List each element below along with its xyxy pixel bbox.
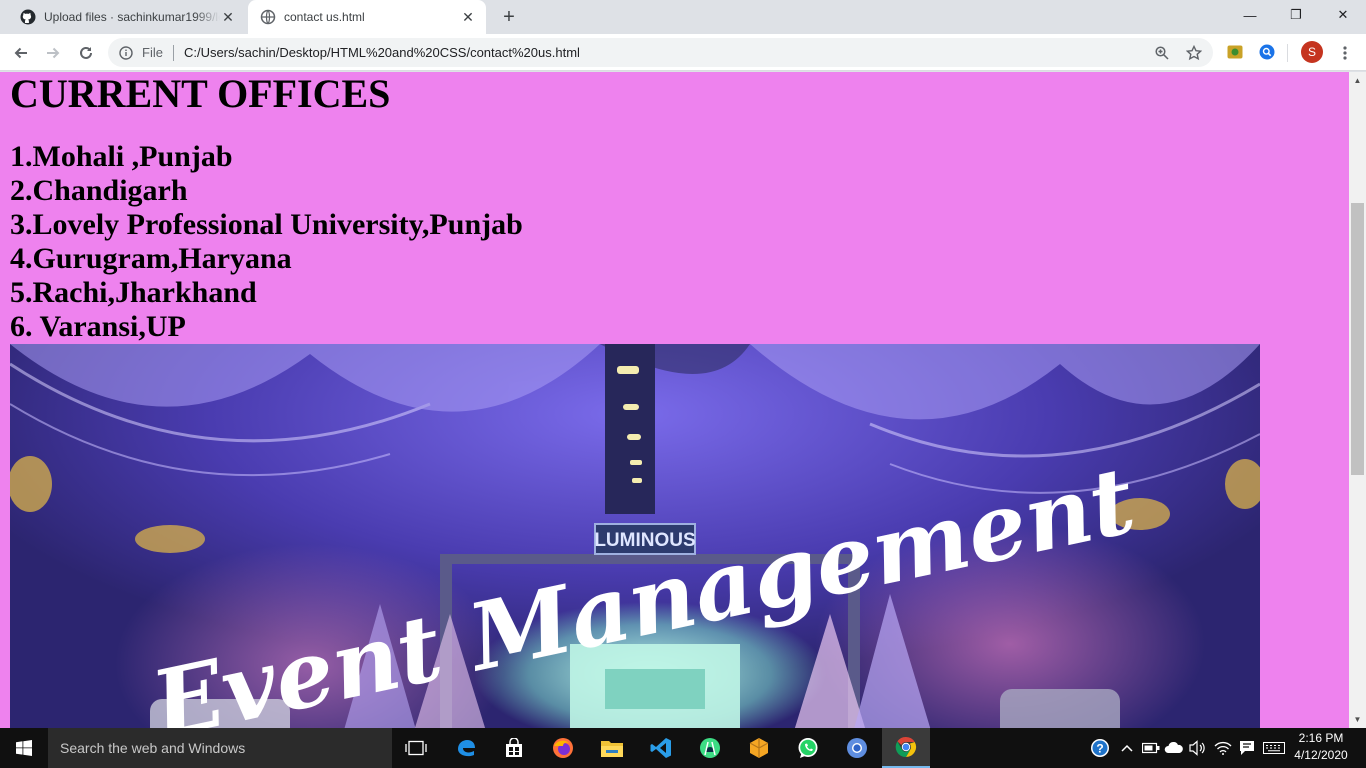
android-studio-icon[interactable]	[686, 728, 734, 768]
close-tab-icon[interactable]: ✕	[460, 9, 476, 25]
search-extension-icon[interactable]	[1258, 43, 1276, 61]
forward-button[interactable]	[39, 39, 67, 67]
office-item: 3.Lovely Professional University,Punjab	[10, 208, 523, 241]
tab-title: contact us.html	[284, 10, 365, 24]
page-viewport: CURRENT OFFICES 1.Mohali ,Punjab 2.Chand…	[0, 72, 1349, 728]
github-icon	[20, 9, 36, 25]
windows-logo-icon	[16, 740, 32, 756]
tab-contact-us[interactable]: contact us.html ✕	[248, 0, 486, 34]
wifi-icon[interactable]	[1213, 738, 1233, 758]
battery-icon[interactable]	[1141, 738, 1161, 758]
taskbar-clock[interactable]: 2:16 PM 4/12/2020	[1290, 730, 1352, 764]
svg-text:?: ?	[1096, 742, 1103, 756]
page-scrollbar[interactable]: ▲ ▼	[1349, 72, 1366, 728]
windows-start-button[interactable]	[0, 728, 48, 768]
office-item: 1.Mohali ,Punjab	[10, 140, 233, 173]
windows-taskbar: Search the web and Windows ? 2:16 PM 4/1…	[0, 728, 1366, 768]
office-item: 2.Chandigarh	[10, 174, 188, 207]
divider	[1287, 44, 1288, 62]
volume-icon[interactable]	[1188, 738, 1208, 758]
file-explorer-icon[interactable]	[588, 728, 636, 768]
chromium-icon[interactable]	[833, 728, 881, 768]
menu-icon[interactable]	[1331, 39, 1359, 67]
event-management-banner-image: LUMINOUS Event Management	[10, 344, 1260, 728]
browser-toolbar: File C:/Users/sachin/Desktop/HTML%20and%…	[0, 34, 1366, 71]
profile-avatar[interactable]: S	[1301, 41, 1323, 63]
divider	[172, 44, 174, 61]
edge-icon[interactable]	[442, 728, 490, 768]
scroll-up-icon[interactable]: ▲	[1349, 72, 1366, 89]
chevron-up-icon[interactable]	[1117, 738, 1137, 758]
taskbar-search-input[interactable]: Search the web and Windows	[48, 728, 392, 768]
close-tab-icon[interactable]: ✕	[220, 9, 236, 25]
url-text[interactable]: C:/Users/sachin/Desktop/HTML%20and%20CSS…	[184, 45, 580, 60]
office-list: 1.Mohali ,Punjab 2.Chandigarh 3.Lovely P…	[10, 140, 523, 344]
notifications-icon[interactable]	[1237, 738, 1257, 758]
globe-icon	[260, 9, 276, 25]
arrow-left-icon	[14, 47, 27, 59]
store-icon[interactable]	[490, 728, 538, 768]
info-icon[interactable]	[118, 45, 134, 61]
scroll-down-icon[interactable]: ▼	[1349, 711, 1366, 728]
reload-button[interactable]	[72, 39, 100, 67]
scheme-label: File	[142, 45, 163, 60]
maximize-button[interactable]: ❐	[1273, 0, 1319, 30]
close-window-button[interactable]: ✕	[1320, 0, 1366, 30]
onedrive-icon[interactable]	[1164, 738, 1184, 758]
vscode-icon[interactable]	[637, 728, 685, 768]
extension-icon[interactable]	[1226, 43, 1244, 61]
help-icon[interactable]: ?	[1090, 738, 1110, 758]
address-bar[interactable]: File C:/Users/sachin/Desktop/HTML%20and%…	[108, 38, 1213, 67]
new-tab-button[interactable]: +	[497, 5, 521, 29]
back-button[interactable]	[7, 39, 35, 67]
office-item: 4.Gurugram,Haryana	[10, 242, 292, 275]
chrome-icon[interactable]	[882, 728, 930, 768]
minimize-button[interactable]: —	[1227, 0, 1273, 30]
clock-time: 2:16 PM	[1298, 731, 1344, 745]
office-item: 6. Varansi,UP	[10, 310, 186, 343]
reload-icon	[80, 46, 92, 59]
tab-title: Upload files · sachinkumar1999/le	[44, 10, 220, 24]
zoom-icon[interactable]	[1153, 44, 1171, 62]
task-view-icon[interactable]	[392, 728, 440, 768]
keyboard-icon[interactable]	[1262, 738, 1286, 758]
bookmark-star-icon[interactable]	[1185, 44, 1203, 62]
arrow-right-icon	[47, 47, 60, 59]
tab-upload-files[interactable]: Upload files · sachinkumar1999/le ✕	[8, 0, 246, 34]
clock-date: 4/12/2020	[1294, 748, 1348, 762]
tab-strip: Upload files · sachinkumar1999/le ✕ cont…	[0, 0, 1366, 34]
package-icon[interactable]	[735, 728, 783, 768]
scroll-thumb[interactable]	[1351, 203, 1364, 475]
firefox-icon[interactable]	[539, 728, 587, 768]
whatsapp-icon[interactable]	[784, 728, 832, 768]
office-item: 5.Rachi,Jharkhand	[10, 276, 257, 309]
page-title: CURRENT OFFICES	[10, 72, 391, 116]
